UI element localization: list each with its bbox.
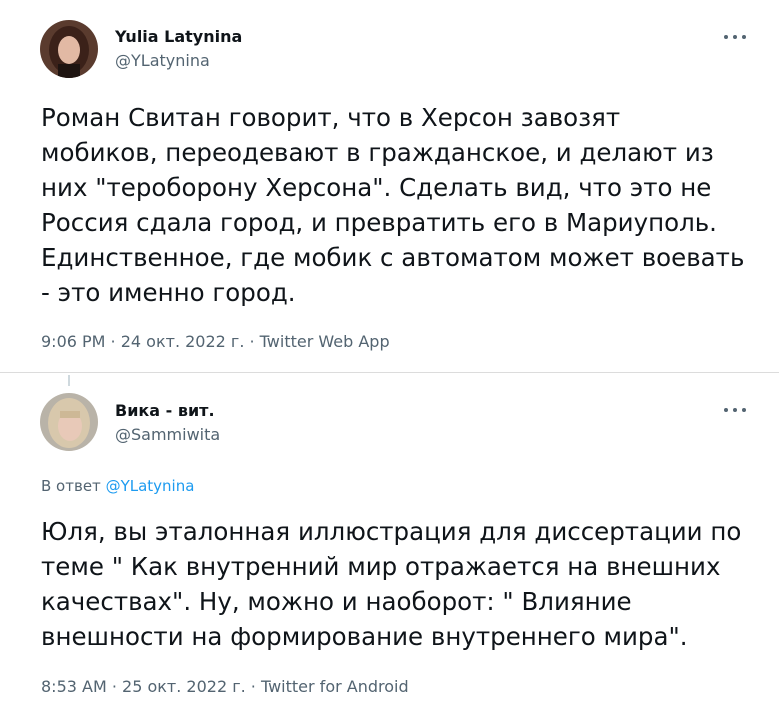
avatar[interactable] [40, 393, 98, 451]
tweet-text: Юля, вы эталонная иллюстрация для диссер… [41, 517, 742, 651]
more-options-icon[interactable] [724, 406, 746, 414]
tweet-reply[interactable]: Вика - вит. @Sammiwita В ответ @YLatynin… [0, 373, 779, 713]
author-name[interactable]: Yulia Latynina [115, 27, 242, 46]
tweet-timestamp[interactable]: 8:53 AM · 25 окт. 2022 г. · Twitter for … [41, 677, 409, 696]
tweet-thread: Yulia Latynina @YLatynina Роман Свитан г… [0, 0, 779, 713]
author-handle[interactable]: @YLatynina [115, 51, 210, 70]
author-handle[interactable]: @Sammiwita [115, 425, 220, 444]
tweet-text: Роман Свитан говорит, что в Херсон завоз… [41, 103, 745, 307]
reply-mention-link[interactable]: @YLatynina [106, 477, 195, 495]
user-avatar-dark-hair-icon [40, 20, 98, 78]
reply-context: В ответ @YLatynina [41, 477, 194, 495]
tweet-main[interactable]: Yulia Latynina @YLatynina Роман Свитан г… [0, 0, 779, 373]
user-avatar-light-hair-icon [40, 393, 98, 451]
tweet-timestamp[interactable]: 9:06 PM · 24 окт. 2022 г. · Twitter Web … [41, 332, 390, 351]
author-name[interactable]: Вика - вит. [115, 401, 215, 420]
avatar[interactable] [40, 20, 98, 78]
reply-prefix: В ответ [41, 477, 101, 495]
more-options-icon[interactable] [724, 33, 746, 41]
